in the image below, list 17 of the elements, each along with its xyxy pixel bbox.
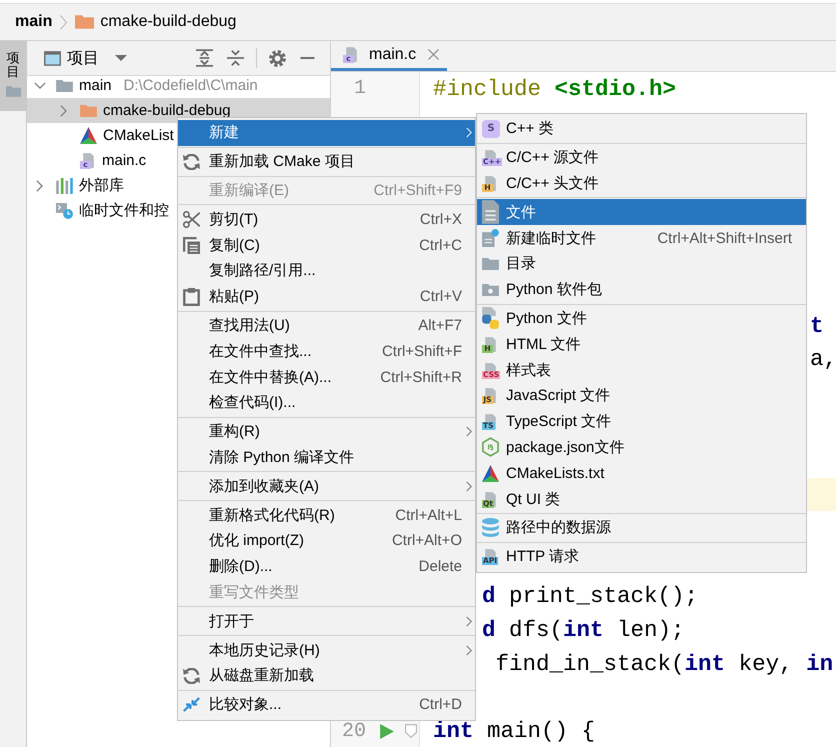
- code-line: t: [810, 312, 824, 341]
- tree-item-label: 临时文件和控: [79, 201, 169, 220]
- tree-item-label: main: [79, 77, 112, 94]
- code-line: int main() {: [433, 717, 596, 746]
- code-line: d print_stack();: [482, 582, 698, 611]
- line-number: 20: [342, 720, 366, 743]
- class-icon: S: [482, 120, 500, 138]
- code-line: d dfs(int len);: [482, 616, 685, 645]
- code-line: #include <stdio.h>: [433, 74, 676, 104]
- tree-item-label: 外部库: [79, 176, 124, 195]
- line-number: 1: [354, 77, 366, 100]
- tree-item-label: main.c: [102, 152, 146, 169]
- tree-item-label: cmake-build-debug: [103, 102, 231, 119]
- code-line: a,: [810, 345, 836, 374]
- path-label: D:\Codefield\C\main: [124, 77, 258, 94]
- tree-item-label: CMakeList: [103, 127, 174, 144]
- code-line: find_in_stack(int key, in: [494, 650, 834, 678]
